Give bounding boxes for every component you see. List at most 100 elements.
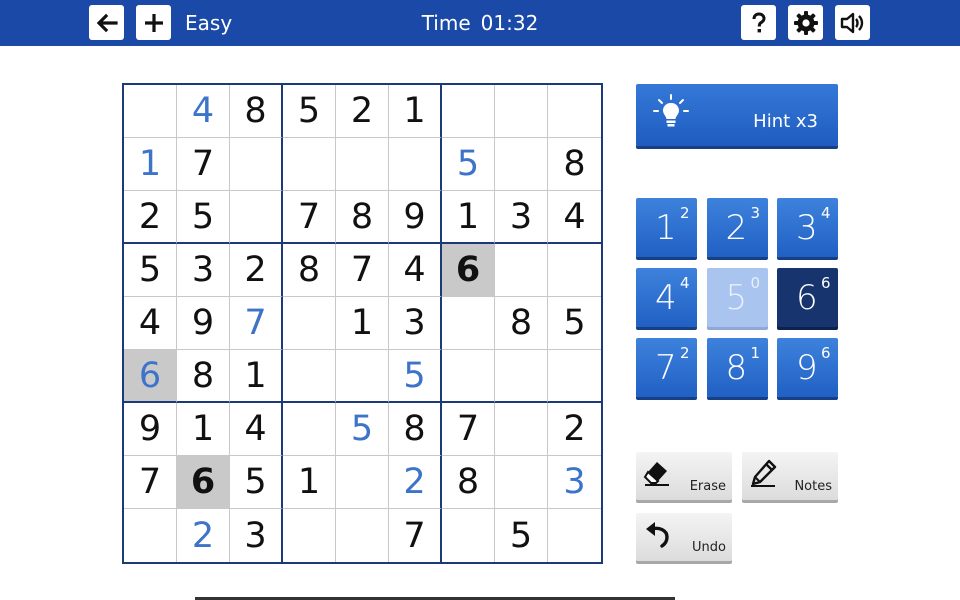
board-cell[interactable]: 1 xyxy=(442,191,495,244)
board-cell[interactable]: 2 xyxy=(389,456,442,509)
board-cell[interactable] xyxy=(442,509,495,562)
board-cell[interactable]: 3 xyxy=(548,456,601,509)
board-cell[interactable] xyxy=(548,244,601,297)
number-button-2[interactable]: 23 xyxy=(706,198,768,257)
board-cell[interactable]: 8 xyxy=(389,403,442,456)
number-button-1[interactable]: 12 xyxy=(636,198,697,257)
board-cell[interactable]: 9 xyxy=(389,191,442,244)
board-cell[interactable]: 2 xyxy=(230,244,283,297)
board-cell[interactable]: 1 xyxy=(283,456,336,509)
settings-button[interactable] xyxy=(788,5,823,40)
board-cell[interactable]: 7 xyxy=(124,456,177,509)
board-cell[interactable]: 5 xyxy=(495,509,548,562)
board-cell[interactable]: 2 xyxy=(336,85,389,138)
board-cell[interactable]: 8 xyxy=(548,138,601,191)
board-cell[interactable]: 3 xyxy=(495,191,548,244)
board-cell[interactable]: 5 xyxy=(230,456,283,509)
board-cell[interactable] xyxy=(124,85,177,138)
board-cell[interactable] xyxy=(283,350,336,403)
board-cell[interactable]: 8 xyxy=(283,244,336,297)
board-cell[interactable]: 4 xyxy=(230,403,283,456)
board-cell[interactable] xyxy=(495,350,548,403)
board-cell[interactable] xyxy=(336,350,389,403)
board-cell[interactable] xyxy=(495,403,548,456)
board-cell[interactable]: 1 xyxy=(336,297,389,350)
board-cell[interactable]: 5 xyxy=(389,350,442,403)
board-cell[interactable] xyxy=(283,403,336,456)
board-cell[interactable] xyxy=(283,297,336,350)
board-cell[interactable] xyxy=(336,138,389,191)
board-cell[interactable]: 5 xyxy=(177,191,230,244)
pencil-icon xyxy=(751,459,777,487)
board-cell[interactable] xyxy=(495,85,548,138)
board-cell[interactable]: 5 xyxy=(548,297,601,350)
board-cell[interactable]: 3 xyxy=(230,509,283,562)
board-cell[interactable]: 8 xyxy=(495,297,548,350)
board-cell[interactable] xyxy=(548,85,601,138)
board-cell[interactable]: 9 xyxy=(177,297,230,350)
board-cell[interactable]: 7 xyxy=(283,191,336,244)
board-cell[interactable]: 3 xyxy=(177,244,230,297)
board-cell[interactable]: 4 xyxy=(124,297,177,350)
number-button-7[interactable]: 72 xyxy=(636,338,697,397)
board-cell[interactable]: 1 xyxy=(230,350,283,403)
number-button-6[interactable]: 66 xyxy=(777,268,838,327)
board-cell[interactable] xyxy=(442,350,495,403)
number-button-5[interactable]: 50 xyxy=(706,268,768,327)
board-cell[interactable]: 7 xyxy=(177,138,230,191)
board-cell[interactable]: 2 xyxy=(548,403,601,456)
board-cell[interactable] xyxy=(495,456,548,509)
board-cell[interactable] xyxy=(442,85,495,138)
hint-button[interactable]: Hint x3 xyxy=(636,84,838,146)
board-cell[interactable]: 2 xyxy=(124,191,177,244)
erase-button[interactable]: Erase xyxy=(636,452,732,500)
board-cell[interactable]: 3 xyxy=(389,297,442,350)
board-cell[interactable]: 8 xyxy=(442,456,495,509)
board-cell[interactable]: 2 xyxy=(177,509,230,562)
board-cell[interactable] xyxy=(336,509,389,562)
board-cell[interactable]: 1 xyxy=(177,403,230,456)
board-cell[interactable]: 8 xyxy=(336,191,389,244)
board-cell[interactable]: 5 xyxy=(442,138,495,191)
board-cell[interactable]: 7 xyxy=(389,509,442,562)
board-cell[interactable]: 4 xyxy=(389,244,442,297)
board-cell[interactable]: 8 xyxy=(230,85,283,138)
number-digit: 6 xyxy=(796,278,818,318)
sound-button[interactable] xyxy=(835,5,870,40)
board-cell[interactable] xyxy=(230,138,283,191)
board-cell[interactable]: 4 xyxy=(548,191,601,244)
board-cell[interactable] xyxy=(283,138,336,191)
board-cell[interactable] xyxy=(548,509,601,562)
board-cell[interactable]: 6 xyxy=(177,456,230,509)
board-cell[interactable]: 8 xyxy=(177,350,230,403)
board-cell[interactable]: 9 xyxy=(124,403,177,456)
board-cell[interactable] xyxy=(442,297,495,350)
board-cell[interactable]: 5 xyxy=(283,85,336,138)
number-button-4[interactable]: 44 xyxy=(636,268,697,327)
board-cell[interactable] xyxy=(495,244,548,297)
undo-button[interactable]: Undo xyxy=(636,513,732,561)
time-label: Time xyxy=(421,11,471,35)
board-cell[interactable] xyxy=(495,138,548,191)
board-cell[interactable]: 4 xyxy=(177,85,230,138)
number-button-9[interactable]: 96 xyxy=(777,338,838,397)
board-cell[interactable]: 7 xyxy=(442,403,495,456)
board-cell[interactable]: 6 xyxy=(124,350,177,403)
board-cell[interactable] xyxy=(124,509,177,562)
board-cell[interactable]: 5 xyxy=(336,403,389,456)
board-cell[interactable]: 6 xyxy=(442,244,495,297)
board-cell[interactable] xyxy=(389,138,442,191)
number-button-8[interactable]: 81 xyxy=(706,338,768,397)
number-button-3[interactable]: 34 xyxy=(777,198,838,257)
board-cell[interactable] xyxy=(283,509,336,562)
board-cell[interactable]: 1 xyxy=(124,138,177,191)
board-cell[interactable]: 5 xyxy=(124,244,177,297)
notes-button[interactable]: Notes xyxy=(742,452,838,500)
board-cell[interactable] xyxy=(230,191,283,244)
board-cell[interactable]: 7 xyxy=(230,297,283,350)
help-button[interactable] xyxy=(741,5,776,40)
board-cell[interactable]: 7 xyxy=(336,244,389,297)
board-cell[interactable]: 1 xyxy=(389,85,442,138)
board-cell[interactable] xyxy=(548,350,601,403)
board-cell[interactable] xyxy=(336,456,389,509)
